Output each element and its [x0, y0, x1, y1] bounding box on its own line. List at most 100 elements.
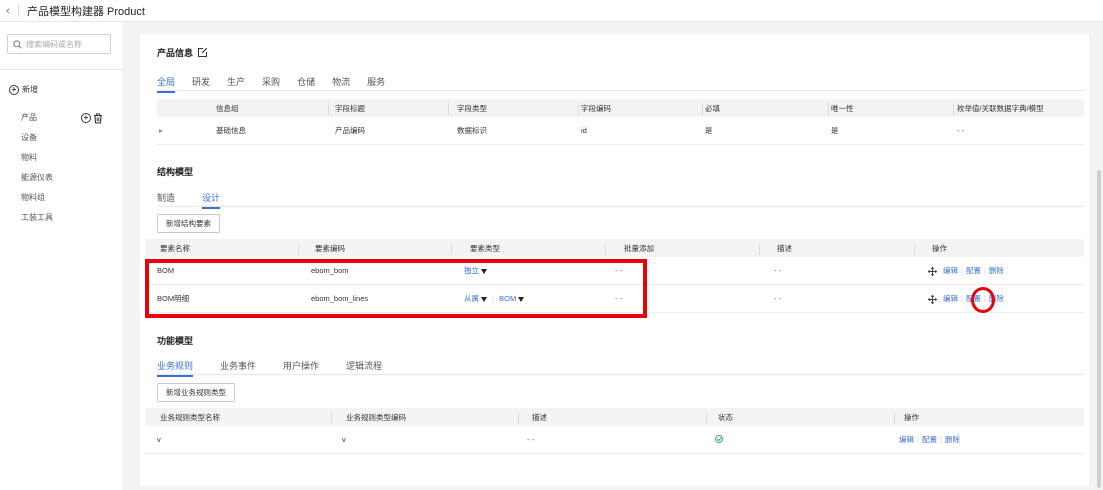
cell-rule-type-code: v	[342, 435, 346, 444]
cell-element-code: ebom_bom_lines	[311, 294, 369, 303]
configure-link[interactable]: 配置	[922, 435, 937, 444]
edit-link[interactable]: 编辑	[943, 294, 958, 303]
col-element-code: 要素编码	[299, 242, 452, 255]
tab-rnd[interactable]: 研发	[192, 75, 210, 88]
chevron-left-icon[interactable]: ‹	[0, 5, 16, 17]
sidebar-item-energy-meter[interactable]: 能源仪表	[21, 172, 53, 192]
edit-icon[interactable]	[197, 47, 208, 58]
add-structure-element-button[interactable]: 新增结构要素	[157, 214, 220, 233]
col-field-code: 字段编码	[579, 102, 703, 115]
cell-field-type: 数据标识	[457, 126, 487, 135]
new-button[interactable]: + 新增	[9, 84, 38, 95]
divider	[18, 5, 19, 16]
header-label: 信息组	[216, 103, 239, 113]
configure-link[interactable]: 配置	[966, 294, 981, 303]
section-title-text: 产品信息	[157, 48, 194, 58]
sidebar-item-actions: +	[81, 113, 103, 124]
tab-manufacturing[interactable]: 制造	[157, 191, 175, 204]
sidebar-item-product[interactable]: 产品	[21, 112, 53, 132]
edit-link[interactable]: 编辑	[899, 435, 914, 444]
sidebar-item-material[interactable]: 物料	[21, 152, 53, 172]
cell-enum: - -	[957, 126, 965, 135]
table-row[interactable]: ▸ 基础信息 产品编码 数据标识 id 是 是 - -	[157, 117, 1084, 145]
tab-logistics[interactable]: 物流	[332, 75, 350, 88]
cell-status	[707, 434, 895, 445]
drag-move-icon[interactable]	[928, 266, 937, 276]
col-info-group: 信息组	[199, 102, 329, 115]
cell-description: - -	[774, 294, 782, 303]
table-row[interactable]: BOM ebom_bom 独立 - - - - 编辑 | 配置 | 删除	[145, 257, 1084, 285]
parent-element-value: BOM	[499, 294, 517, 303]
tab-service[interactable]: 服务	[367, 75, 385, 88]
cell-operations: 编辑 | 配置 | 删除	[915, 265, 1004, 276]
plus-circle-icon: +	[9, 84, 19, 95]
tab-production[interactable]: 生产	[227, 75, 245, 88]
new-button-label: 新增	[22, 85, 38, 94]
business-rules-table: 业务规则类型名称 业务规则类型编码 描述 状态 操作 v v - - 编辑 | 配置…	[145, 408, 1084, 454]
tab-global[interactable]: 全局	[157, 75, 176, 93]
tab-warehouse[interactable]: 仓储	[297, 75, 315, 88]
delete-link[interactable]: 删除	[945, 435, 960, 444]
col-unique: 唯一性	[829, 102, 954, 115]
col-rule-type-name: 业务规则类型名称	[145, 411, 332, 424]
col-description: 描述	[760, 242, 915, 255]
tab-user-operations[interactable]: 用户操作	[283, 359, 319, 372]
element-type-dropdown[interactable]: 从属	[464, 294, 487, 303]
add-circle-icon[interactable]: +	[81, 113, 91, 123]
trash-icon[interactable]	[93, 113, 103, 124]
divider: |	[917, 435, 919, 444]
delete-link[interactable]: 删除	[989, 266, 1004, 275]
divider: |	[961, 266, 963, 275]
cell-element-name: BOM明细	[157, 294, 190, 303]
divider: |	[983, 294, 986, 303]
tab-business-rules[interactable]: 业务规则	[157, 359, 194, 377]
col-rule-type-code: 业务规则类型编码	[332, 411, 519, 424]
table-row[interactable]: BOM明细 ebom_bom_lines 从属 | BOM - - - - 编辑…	[145, 285, 1084, 313]
configure-link[interactable]: 配置	[966, 266, 981, 275]
cell-description: - -	[774, 266, 782, 275]
table-header: 业务规则类型名称 业务规则类型编码 描述 状态 操作	[145, 408, 1084, 426]
caret-down-icon	[481, 268, 487, 274]
cell-unique: 是	[831, 126, 839, 135]
search-input[interactable]	[26, 39, 106, 49]
tab-underline	[157, 90, 1084, 91]
expand-caret-icon[interactable]: ▸	[157, 126, 199, 135]
col-status: 状态	[707, 411, 895, 424]
col-element-type: 要素类型	[452, 242, 606, 255]
section-title-product-info: 产品信息	[157, 46, 208, 59]
col-description: 描述	[519, 411, 707, 424]
scrollbar[interactable]	[1097, 170, 1101, 488]
structure-elements-table: 要素名称 要素编码 要素类型 批量添加 描述 操作 BOM ebom_bom 独…	[145, 239, 1084, 313]
tab-underline	[157, 374, 1084, 375]
sidebar-item-material-group[interactable]: 物料组	[21, 192, 53, 212]
tab-logic-flow[interactable]: 逻辑流程	[346, 359, 382, 372]
element-type-dropdown[interactable]: 独立	[464, 266, 487, 275]
cell-required: 是	[705, 126, 713, 135]
sidebar-item-equipment[interactable]: 设备	[21, 132, 53, 152]
delete-link[interactable]: 删除	[989, 294, 1004, 303]
table-row[interactable]: v v - - 编辑 | 配置 | 删除	[145, 426, 1084, 454]
col-element-name: 要素名称	[145, 242, 299, 255]
sidebar-item-tooling[interactable]: 工装工具	[21, 212, 53, 232]
col-required: 必填	[703, 102, 829, 115]
tab-design[interactable]: 设计	[202, 191, 221, 209]
sidebar-nav: 产品 设备 物料 能源仪表 物料组 工装工具	[21, 112, 53, 232]
cell-rule-type-name: v	[157, 435, 161, 444]
col-enum: 枚举值/关联数据字典/模型	[957, 103, 1044, 113]
cell-operations: 编辑 | 配置 | 删除	[915, 293, 1004, 304]
drag-move-icon[interactable]	[928, 294, 937, 304]
search-box[interactable]	[7, 34, 111, 54]
parent-element-dropdown[interactable]: BOM	[499, 294, 525, 303]
search-icon	[13, 39, 22, 49]
cell-element-type: 从属 | BOM	[452, 293, 606, 304]
tab-business-events[interactable]: 业务事件	[220, 359, 256, 372]
top-bar: ‹ 产品模型构建器 Product	[0, 0, 1103, 22]
add-business-rule-type-button[interactable]: 新增业务规则类型	[157, 383, 235, 402]
caret-down-icon	[518, 296, 525, 302]
cell-field-code: id	[581, 126, 587, 135]
divider: |	[492, 294, 495, 303]
check-circle-icon	[715, 434, 723, 443]
edit-link[interactable]: 编辑	[943, 266, 958, 275]
tab-purchase[interactable]: 采购	[262, 75, 280, 88]
page-title: 产品模型构建器 Product	[27, 5, 145, 18]
